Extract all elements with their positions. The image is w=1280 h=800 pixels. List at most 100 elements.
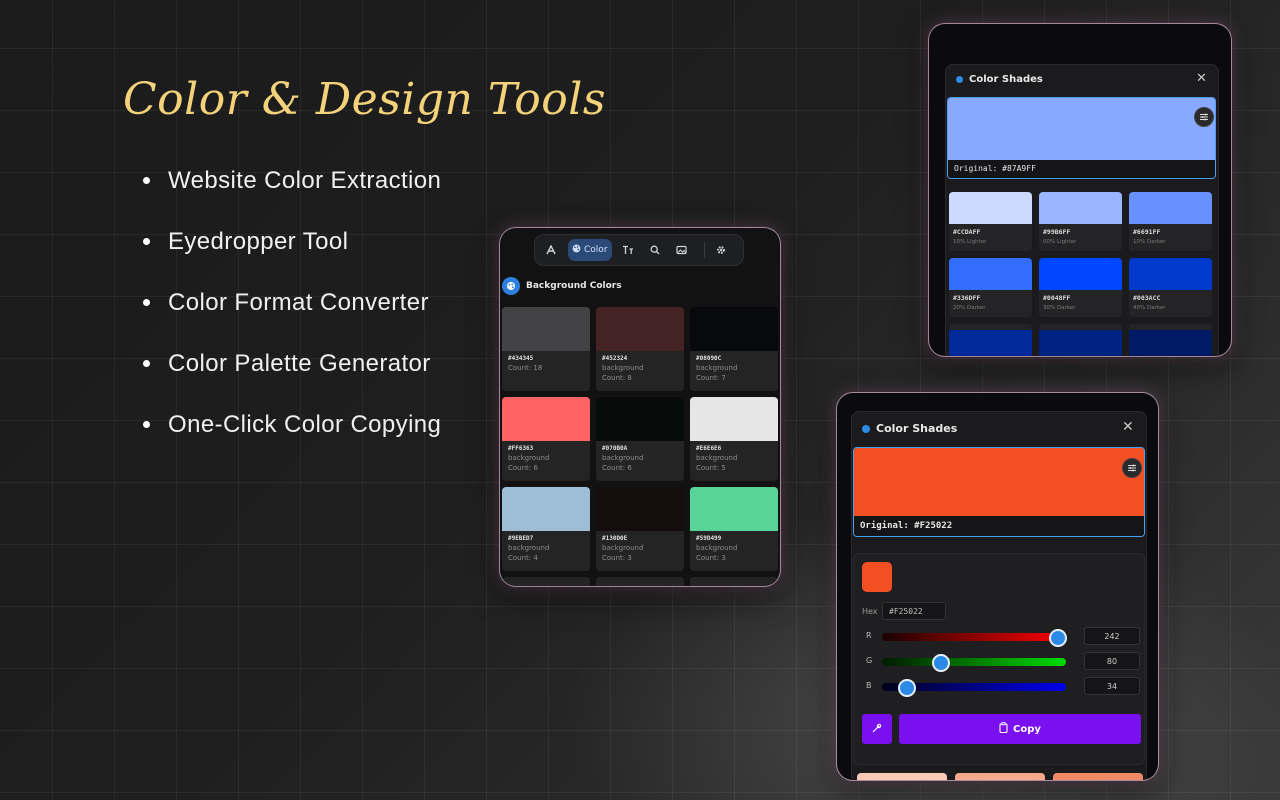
- color-swatch[interactable]: #434345 Count: 18: [502, 307, 590, 391]
- base-color-fill: [854, 448, 1144, 516]
- base-color-preview[interactable]: Original: #F25022: [853, 447, 1145, 537]
- image-icon[interactable]: [671, 239, 692, 261]
- slider-b: B 34: [862, 677, 1140, 697]
- bullet-icon: [143, 299, 150, 306]
- shades-dialog: Color Shades ✕ Original: #87A9FF #CCDAFF…: [945, 64, 1219, 356]
- shade-hex: #CCDAFF: [953, 228, 981, 236]
- color-swatch[interactable]: #E6E6E6 background Count: 5: [690, 397, 778, 481]
- feature-text: Color Palette Generator: [168, 349, 431, 377]
- slider-track[interactable]: [882, 658, 1066, 666]
- color-swatch[interactable]: #9EBED7 background Count: 4: [502, 487, 590, 571]
- color-extraction-panel: Color Background Colors #434345 Count: 18…: [500, 228, 780, 586]
- hex-row: Hex #F25022: [862, 602, 946, 620]
- base-color-preview[interactable]: Original: #87A9FF: [947, 97, 1216, 179]
- original-label: Original: #F25022: [854, 516, 1144, 536]
- slider-value-input[interactable]: 242: [1084, 627, 1140, 645]
- hex-label: Hex: [862, 606, 878, 616]
- swatch-category: background: [602, 364, 644, 372]
- slider-track[interactable]: [882, 633, 1066, 641]
- eyedropper-icon: [871, 722, 883, 737]
- gear-icon[interactable]: [710, 239, 731, 261]
- color-swatch[interactable]: #59D499 background Count: 3: [690, 487, 778, 571]
- shade-chip: [949, 258, 1032, 290]
- color-swatch[interactable]: #08090C background Count: 7: [690, 307, 778, 391]
- slider-value-input[interactable]: 80: [1084, 652, 1140, 670]
- color-shades-panel-orange: Color Shades ✕ Original: #F25022 Hex #F2…: [837, 393, 1158, 780]
- clipboard-icon: [999, 722, 1008, 736]
- swatch-chip: [596, 307, 684, 351]
- current-color-chip: [862, 562, 892, 592]
- adjust-icon[interactable]: [1194, 107, 1214, 127]
- slider-label: G: [866, 656, 873, 665]
- shade-chip: [1129, 192, 1212, 224]
- swatch-category: background: [696, 454, 738, 462]
- tab-color[interactable]: Color: [567, 239, 613, 261]
- feature-item: Color Palette Generator: [143, 333, 441, 394]
- swatch-hex: #434345: [508, 355, 534, 362]
- swatch-category: background: [602, 544, 644, 552]
- copy-button[interactable]: Copy: [899, 714, 1141, 744]
- swatch-chip: [596, 397, 684, 441]
- swatch-hex: #FF6363: [508, 445, 534, 452]
- shade-swatch[interactable]: #003ACC 40% Darker: [1129, 258, 1212, 317]
- shade-chip: [949, 192, 1032, 224]
- color-editor: Hex #F25022 R 242 G 80 B 34 Copy: [853, 553, 1145, 765]
- shade-row-peek: [949, 324, 1212, 356]
- shade-label: 10% Darker: [1133, 239, 1166, 245]
- swatch-category: background: [602, 454, 644, 462]
- swatch-count: Count: 7: [696, 374, 726, 382]
- feature-item: Color Format Converter: [143, 272, 441, 333]
- color-shades-panel-blue: Color Shades ✕ Original: #87A9FF #CCDAFF…: [929, 24, 1231, 356]
- shade-hex: #003ACC: [1133, 294, 1161, 302]
- palette-icon: [572, 244, 581, 256]
- original-label: Original: #87A9FF: [948, 160, 1215, 178]
- eyedropper-button[interactable]: [862, 714, 892, 744]
- swatch-category: background: [696, 364, 738, 372]
- dialog-title: Color Shades: [862, 422, 957, 435]
- slider-handle[interactable]: [898, 679, 917, 697]
- slider-handle[interactable]: [931, 654, 950, 672]
- section-header: Background Colors: [502, 277, 622, 295]
- shade-swatch[interactable]: #6691FF 10% Darker: [1129, 192, 1212, 251]
- slider-handle[interactable]: [1048, 629, 1067, 647]
- close-icon[interactable]: ✕: [1196, 71, 1207, 86]
- shade-label: 10% Lighter: [953, 239, 987, 245]
- swatch-count: Count: 18: [508, 364, 543, 372]
- slider-value-input[interactable]: 34: [1084, 677, 1140, 695]
- shade-label: 00% Lighter: [1043, 239, 1077, 245]
- feature-text: Website Color Extraction: [168, 166, 442, 194]
- headline: Color & Design Tools: [123, 74, 606, 125]
- swatch-count: Count: 5: [696, 464, 726, 472]
- close-icon[interactable]: ✕: [1122, 419, 1134, 435]
- feature-item: One-Click Color Copying: [143, 394, 441, 455]
- feature-text: One-Click Color Copying: [168, 410, 442, 438]
- color-swatch[interactable]: #070B0A background Count: 6: [596, 397, 684, 481]
- feature-item: Eyedropper Tool: [143, 211, 441, 272]
- swatch-hex: #08090C: [696, 355, 722, 362]
- shade-swatch[interactable]: #99B6FF 00% Lighter: [1039, 192, 1122, 251]
- shade-label: 20% Darker: [953, 305, 986, 311]
- color-swatch[interactable]: #130D0E background Count: 3: [596, 487, 684, 571]
- palette-icon: [502, 277, 520, 295]
- toolbar-divider: [703, 242, 705, 258]
- shade-swatch-peek: [1039, 324, 1122, 356]
- shade-swatch[interactable]: #CCDAFF 10% Lighter: [949, 192, 1032, 251]
- shade-chip: [1129, 258, 1212, 290]
- swatch-count: Count: 6: [508, 464, 538, 472]
- slider-label: B: [866, 681, 872, 690]
- color-swatch[interactable]: #452324 background Count: 8: [596, 307, 684, 391]
- feature-item: Website Color Extraction: [143, 150, 441, 211]
- color-swatch[interactable]: #FF6363 background Count: 6: [502, 397, 590, 481]
- shade-swatch[interactable]: #0048FF 30% Darker: [1039, 258, 1122, 317]
- adjust-icon[interactable]: [1122, 458, 1142, 478]
- feature-list: Website Color Extraction Eyedropper Tool C…: [143, 150, 441, 455]
- swatch-chip: [596, 487, 684, 531]
- swatch-category: background: [508, 454, 550, 462]
- shade-swatch[interactable]: #336DFF 20% Darker: [949, 258, 1032, 317]
- font-icon[interactable]: [541, 239, 562, 261]
- hex-input[interactable]: #F25022: [882, 602, 946, 620]
- text-size-icon[interactable]: [618, 239, 639, 261]
- search-icon[interactable]: [645, 239, 666, 261]
- slider-r: R 242: [862, 627, 1140, 647]
- slider-label: R: [866, 631, 872, 640]
